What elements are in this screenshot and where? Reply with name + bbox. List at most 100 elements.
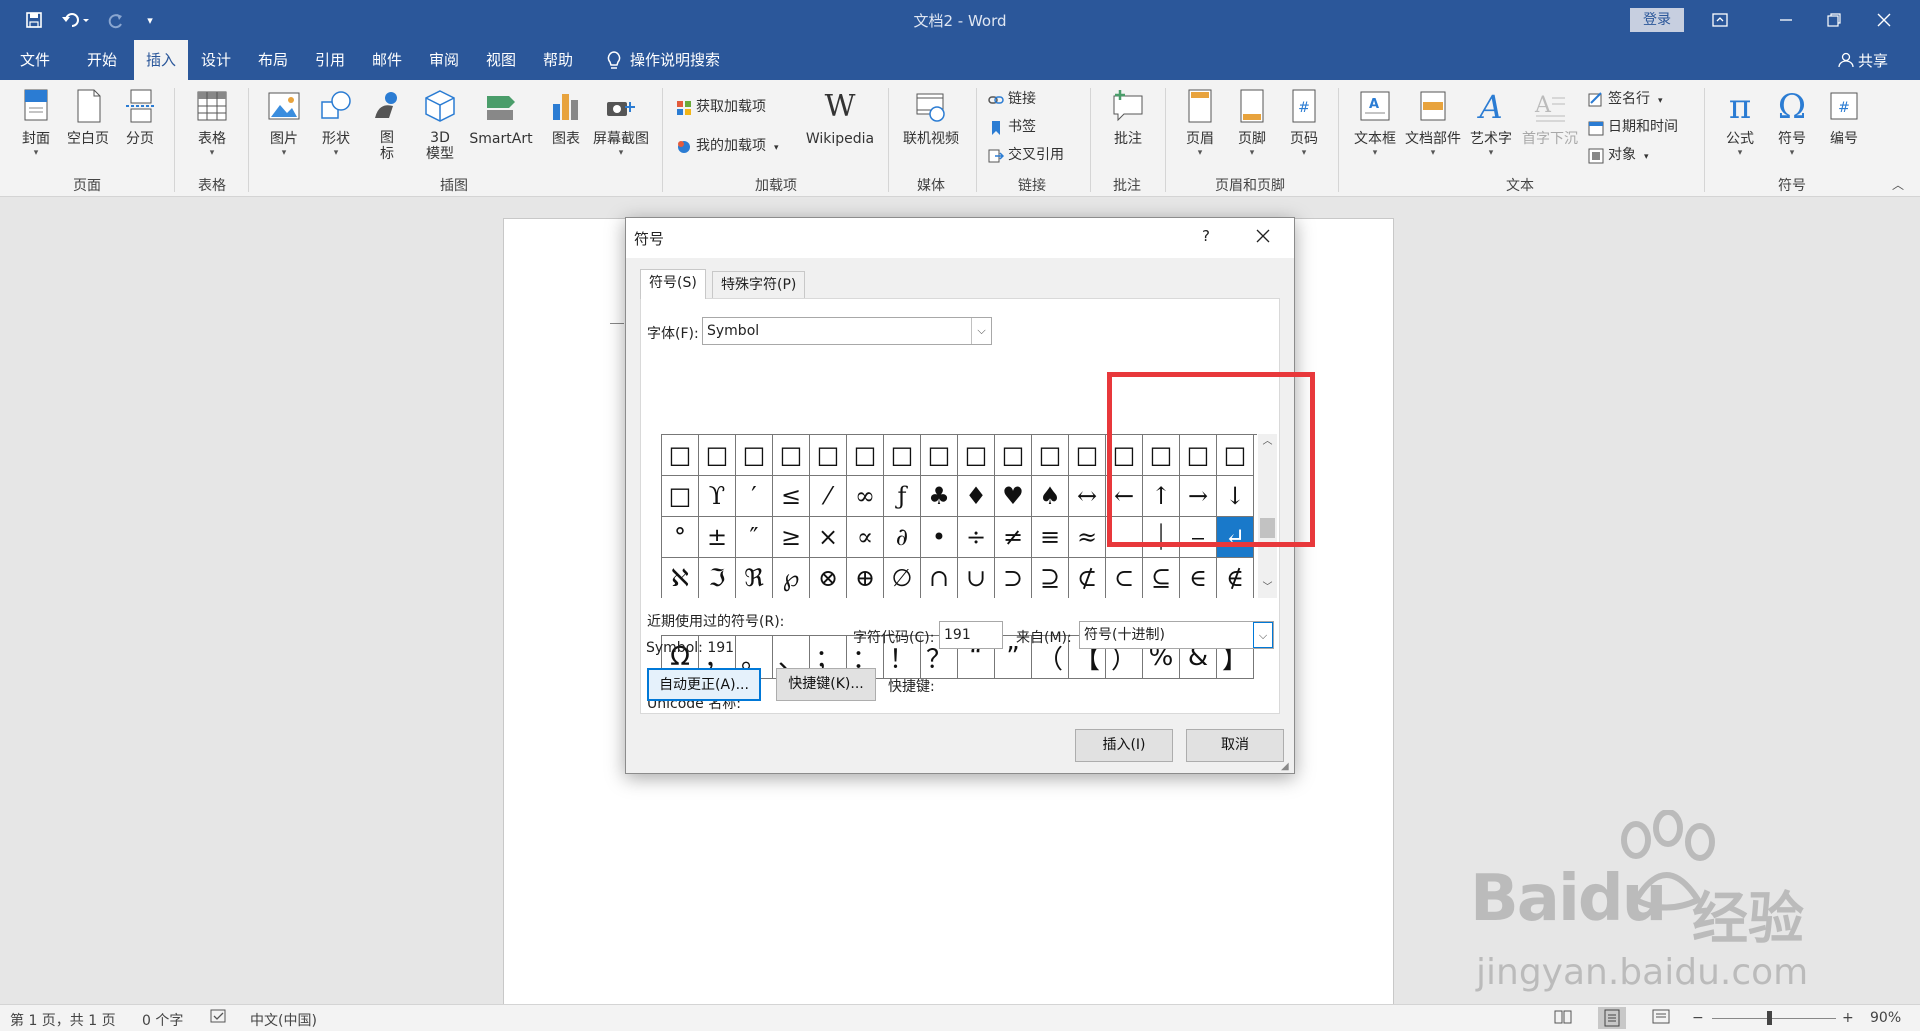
header-button[interactable]: 页眉 ▾	[1172, 86, 1228, 176]
proofing-icon[interactable]	[210, 1009, 228, 1029]
bookmark-button[interactable]: 书签	[988, 114, 1036, 140]
comment-button[interactable]: 批注	[1100, 86, 1156, 176]
dialog-close-icon[interactable]	[1256, 229, 1270, 247]
symbol-cell[interactable]: •	[921, 517, 958, 558]
symbol-cell[interactable]: ⊆	[1143, 558, 1180, 598]
drop-cap-button[interactable]: A 首字下沉	[1518, 86, 1582, 176]
font-dropdown[interactable]: Symbol ⌵	[702, 317, 992, 345]
symbol-cell[interactable]: ∈	[1180, 558, 1217, 598]
symbol-cell[interactable]: ♠	[1032, 476, 1069, 517]
cancel-button[interactable]: 取消	[1186, 729, 1284, 762]
symbol-cell[interactable]: ℵ	[662, 558, 699, 598]
symbol-cell[interactable]: ℑ	[699, 558, 736, 598]
symbol-cell[interactable]: □	[921, 435, 958, 476]
web-layout-icon[interactable]	[1652, 1009, 1670, 1029]
symbol-cell[interactable]: ∞	[847, 476, 884, 517]
word-count[interactable]: 0 个字	[142, 1010, 183, 1030]
scroll-down-icon[interactable]: ﹀	[1258, 580, 1277, 596]
online-video-button[interactable]: 联机视频	[898, 86, 964, 176]
cross-reference-button[interactable]: 交叉引用	[988, 142, 1064, 168]
symbol-cell[interactable]: °	[662, 517, 699, 558]
symbol-cell[interactable]: □	[884, 435, 921, 476]
symbol-cell[interactable]: □	[662, 435, 699, 476]
shapes-button[interactable]: 形状 ▾	[308, 86, 364, 176]
signature-line-button[interactable]: 签名行 ▾	[1588, 86, 1663, 112]
insert-button[interactable]: 插入(I)	[1075, 729, 1173, 762]
footer-button[interactable]: 页脚 ▾	[1224, 86, 1280, 176]
tab-file[interactable]: 文件	[8, 40, 62, 80]
symbol-cell[interactable]: ≈	[1069, 517, 1106, 558]
wordart-button[interactable]: A 艺术字 ▾	[1462, 86, 1520, 176]
ribbon-display-options-icon[interactable]	[1706, 8, 1734, 32]
zoom-out-icon[interactable]: −	[1692, 1010, 1704, 1026]
tab-review[interactable]: 审阅	[417, 40, 471, 80]
symbol-cell[interactable]: ƒ	[884, 476, 921, 517]
symbol-cell[interactable]: ≤	[773, 476, 810, 517]
symbol-cell[interactable]: ⁄	[810, 476, 847, 517]
tab-view[interactable]: 视图	[474, 40, 528, 80]
symbol-cell[interactable]: ♥	[995, 476, 1032, 517]
symbol-cell[interactable]: □	[847, 435, 884, 476]
symbol-cell[interactable]: ⊇	[1032, 558, 1069, 598]
page-break-button[interactable]: 分页	[112, 86, 168, 176]
zoom-in-icon[interactable]: +	[1842, 1010, 1854, 1026]
blank-page-button[interactable]: 空白页	[60, 86, 116, 176]
textbox-button[interactable]: A 文本框 ▾	[1346, 86, 1404, 176]
symbol-button[interactable]: Ω 符号 ▾	[1764, 86, 1820, 176]
language[interactable]: 中文(中国)	[250, 1010, 317, 1030]
resize-grip-icon[interactable]: ◢	[1281, 761, 1289, 772]
date-time-button[interactable]: 日期和时间	[1588, 114, 1678, 140]
table-button[interactable]: 表格 ▾	[184, 86, 240, 176]
symbol-cell[interactable]: ∝	[847, 517, 884, 558]
equation-button[interactable]: π 公式 ▾	[1712, 86, 1768, 176]
shortcut-key-button[interactable]: 快捷键(K)...	[776, 668, 876, 701]
symbol-cell[interactable]: ⊄	[1069, 558, 1106, 598]
symbol-cell[interactable]: ⊗	[810, 558, 847, 598]
pictures-button[interactable]: 图片 ▾	[256, 86, 312, 176]
symbol-cell[interactable]: ♦	[958, 476, 995, 517]
close-icon[interactable]	[1870, 8, 1898, 32]
help-button[interactable]: ?	[1202, 227, 1210, 245]
restore-icon[interactable]	[1820, 8, 1848, 32]
symbol-cell[interactable]: □	[810, 435, 847, 476]
zoom-slider-thumb[interactable]	[1767, 1011, 1772, 1025]
print-layout-icon[interactable]	[1598, 1007, 1626, 1029]
my-addins-button[interactable]: 我的加载项 ▾	[676, 133, 779, 159]
page-number-button[interactable]: # 页码 ▾	[1276, 86, 1332, 176]
zoom-slider[interactable]	[1712, 1018, 1836, 1019]
symbol-cell[interactable]: ℜ	[736, 558, 773, 598]
symbol-cell[interactable]: □	[699, 435, 736, 476]
symbol-cell[interactable]: ′	[736, 476, 773, 517]
symbol-cell[interactable]: ±	[699, 517, 736, 558]
symbol-cell[interactable]: □	[1069, 435, 1106, 476]
page-count[interactable]: 第 1 页，共 1 页	[10, 1010, 116, 1030]
collapse-ribbon-icon[interactable]: ︿	[1892, 176, 1904, 193]
get-addins-button[interactable]: 获取加载项	[676, 94, 766, 120]
screenshot-button[interactable]: 屏幕截图 ▾	[590, 86, 652, 176]
tab-mailings[interactable]: 邮件	[360, 40, 414, 80]
symbol-cell[interactable]: ∅	[884, 558, 921, 598]
symbol-cell[interactable]: ⊕	[847, 558, 884, 598]
tab-special-characters[interactable]: 特殊字符(P)	[712, 271, 806, 299]
symbol-cell[interactable]: □	[662, 476, 699, 517]
tab-insert[interactable]: 插入	[134, 40, 189, 80]
symbol-cell[interactable]: ↔	[1069, 476, 1106, 517]
from-dropdown[interactable]: 符号(十进制) ⌵	[1079, 621, 1274, 649]
minimize-icon[interactable]	[1772, 8, 1800, 32]
symbol-cell[interactable]: □	[995, 435, 1032, 476]
quick-parts-button[interactable]: 文档部件 ▾	[1404, 86, 1462, 176]
symbol-cell[interactable]: ÷	[958, 517, 995, 558]
symbol-cell[interactable]: ∂	[884, 517, 921, 558]
symbol-cell[interactable]: ∩	[921, 558, 958, 598]
share-button[interactable]: 共享	[1838, 50, 1888, 70]
symbol-cell[interactable]: □	[1032, 435, 1069, 476]
wikipedia-button[interactable]: W Wikipedia	[800, 86, 880, 176]
tab-help[interactable]: 帮助	[531, 40, 585, 80]
symbol-cell[interactable]: ≠	[995, 517, 1032, 558]
symbol-cell[interactable]: ♣	[921, 476, 958, 517]
autocorrect-button[interactable]: 自动更正(A)...	[647, 668, 761, 701]
symbol-cell[interactable]: ⊂	[1106, 558, 1143, 598]
tab-references[interactable]: 引用	[303, 40, 357, 80]
symbol-cell[interactable]: □	[958, 435, 995, 476]
number-button[interactable]: # 编号	[1816, 86, 1872, 176]
